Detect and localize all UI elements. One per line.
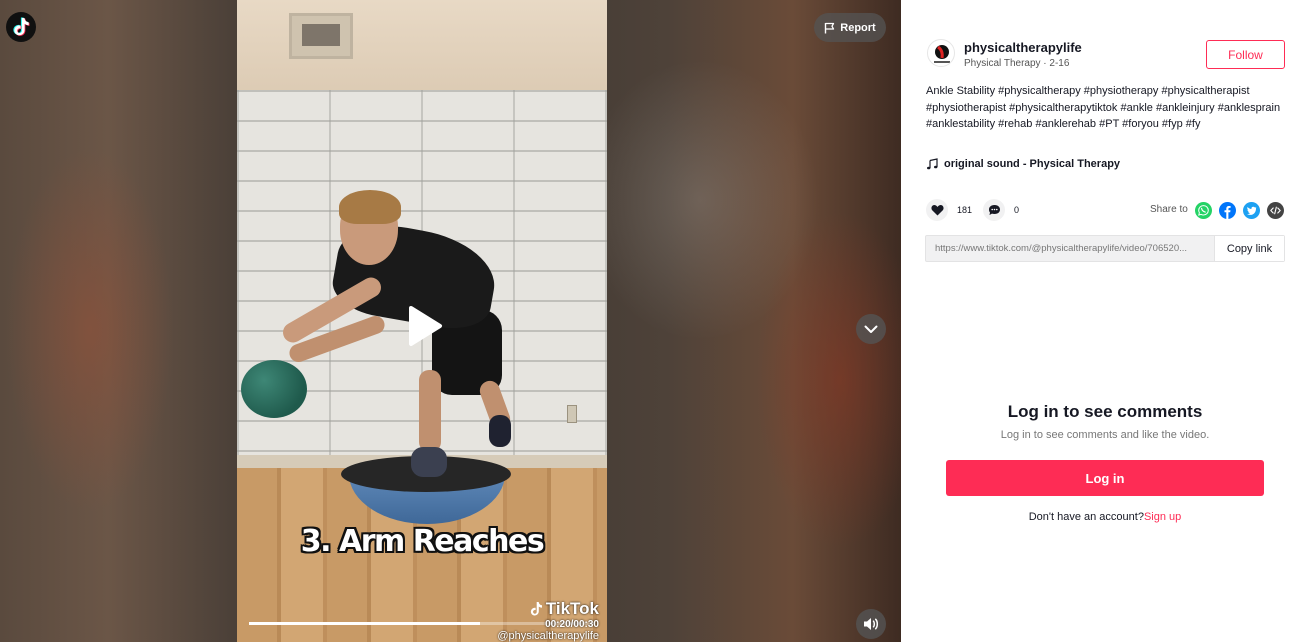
hashtag-link[interactable]: #physiotherapy bbox=[1084, 85, 1159, 97]
hashtag-link[interactable]: #ankle bbox=[1120, 102, 1152, 114]
login-prompt-title: Log in to see comments bbox=[1007, 402, 1203, 421]
video-description: Ankle Stability #physicaltherapy #physio… bbox=[926, 83, 1288, 133]
person-raised-shoe bbox=[489, 415, 511, 447]
person-standing-shoe bbox=[411, 447, 447, 477]
signup-link[interactable]: Sign up bbox=[1144, 511, 1181, 523]
video-link-url[interactable]: https://www.tiktok.com/@physicaltherapyl… bbox=[926, 236, 1214, 261]
video-link-box: https://www.tiktok.com/@physicaltherapyl… bbox=[925, 235, 1285, 262]
next-video-button[interactable] bbox=[856, 314, 886, 344]
hashtag-link[interactable]: #physicaltherapy bbox=[998, 85, 1081, 97]
music-link[interactable]: original sound - Physical Therapy bbox=[926, 158, 1120, 170]
login-button[interactable]: Log in bbox=[946, 460, 1264, 496]
music-label: original sound - Physical Therapy bbox=[944, 158, 1121, 170]
tiktok-note-icon bbox=[530, 602, 542, 616]
play-icon[interactable] bbox=[407, 305, 443, 347]
hashtag-link[interactable]: #PT bbox=[1099, 118, 1119, 130]
hashtag-link[interactable]: #rehab bbox=[998, 118, 1032, 130]
facebook-icon[interactable] bbox=[1219, 202, 1236, 219]
person-standing-leg bbox=[419, 370, 441, 452]
signup-prompt: Don't have an account? bbox=[1028, 511, 1144, 523]
watermark-brand: TikTok bbox=[545, 599, 599, 618]
heart-icon[interactable] bbox=[926, 199, 948, 221]
tiktok-logo-icon[interactable] bbox=[6, 12, 36, 42]
wall-outlet bbox=[567, 405, 577, 423]
video-player[interactable]: 3. Arm Reaches TikTok 00:20/00:30 @physi… bbox=[0, 0, 901, 642]
hashtag-link[interactable]: #foryou bbox=[1122, 118, 1159, 130]
hashtag-link[interactable]: #fyp bbox=[1162, 118, 1183, 130]
description-text: Ankle Stability bbox=[926, 85, 996, 97]
video-caption-overlay: 3. Arm Reaches bbox=[300, 524, 545, 559]
embed-icon[interactable] bbox=[1267, 202, 1284, 219]
ceiling-vent bbox=[289, 13, 353, 59]
avatar[interactable] bbox=[927, 39, 955, 67]
progress-fill bbox=[249, 622, 480, 625]
video-frame[interactable]: 3. Arm Reaches TikTok 00:20/00:30 @physi… bbox=[237, 0, 607, 642]
comments-count: 0 bbox=[1014, 205, 1020, 215]
hashtag-link[interactable]: #physicaltherapist bbox=[1161, 85, 1249, 97]
login-prompt-subtitle: Log in to see comments and like the vide… bbox=[1000, 429, 1210, 441]
tiktok-watermark: TikTok 00:20/00:30 bbox=[475, 600, 599, 630]
hashtag-link[interactable]: #ankleinjury bbox=[1156, 102, 1215, 114]
watermark-username: @physicaltherapylife bbox=[497, 630, 599, 642]
speaker-icon bbox=[864, 618, 879, 630]
hashtag-link[interactable]: #physicaltherapytiktok bbox=[1009, 102, 1117, 114]
signup-row: Don't have an account?Sign up bbox=[901, 511, 1297, 523]
comments-stat: 0 bbox=[983, 199, 1019, 221]
report-label: Report bbox=[840, 21, 876, 34]
volume-button[interactable] bbox=[856, 609, 886, 639]
share-label: Share to bbox=[1150, 204, 1188, 215]
hashtag-link[interactable]: #anklesprain bbox=[1218, 102, 1280, 114]
twitter-icon[interactable] bbox=[1243, 202, 1260, 219]
video-details-panel: physicaltherapylife Physical Therapy · 2… bbox=[901, 0, 1297, 642]
copy-link-button[interactable]: Copy link bbox=[1214, 236, 1284, 261]
comment-icon[interactable] bbox=[983, 199, 1005, 221]
report-button[interactable]: Report bbox=[814, 13, 886, 42]
person-hair bbox=[339, 190, 401, 224]
author-subtitle: Physical Therapy · 2-16 bbox=[964, 58, 1070, 69]
physical-therapy-logo-icon bbox=[934, 45, 950, 63]
likes-count: 181 bbox=[957, 205, 973, 215]
chevron-down-icon bbox=[864, 325, 878, 333]
whatsapp-icon[interactable] bbox=[1195, 202, 1212, 219]
flag-icon bbox=[825, 22, 835, 33]
music-note-icon bbox=[927, 158, 938, 170]
likes-stat: 181 bbox=[926, 199, 972, 221]
author-username[interactable]: physicaltherapylife bbox=[964, 40, 1082, 55]
hashtag-link[interactable]: #anklestability bbox=[926, 118, 995, 130]
time-display: 00:20/00:30 bbox=[545, 619, 599, 630]
medicine-ball bbox=[241, 360, 307, 418]
follow-button[interactable]: Follow bbox=[1206, 40, 1285, 69]
hashtag-link[interactable]: #anklerehab bbox=[1035, 118, 1096, 130]
hashtag-link[interactable]: #fy bbox=[1186, 118, 1201, 130]
hashtag-link[interactable]: #physiotherapist bbox=[926, 102, 1006, 114]
